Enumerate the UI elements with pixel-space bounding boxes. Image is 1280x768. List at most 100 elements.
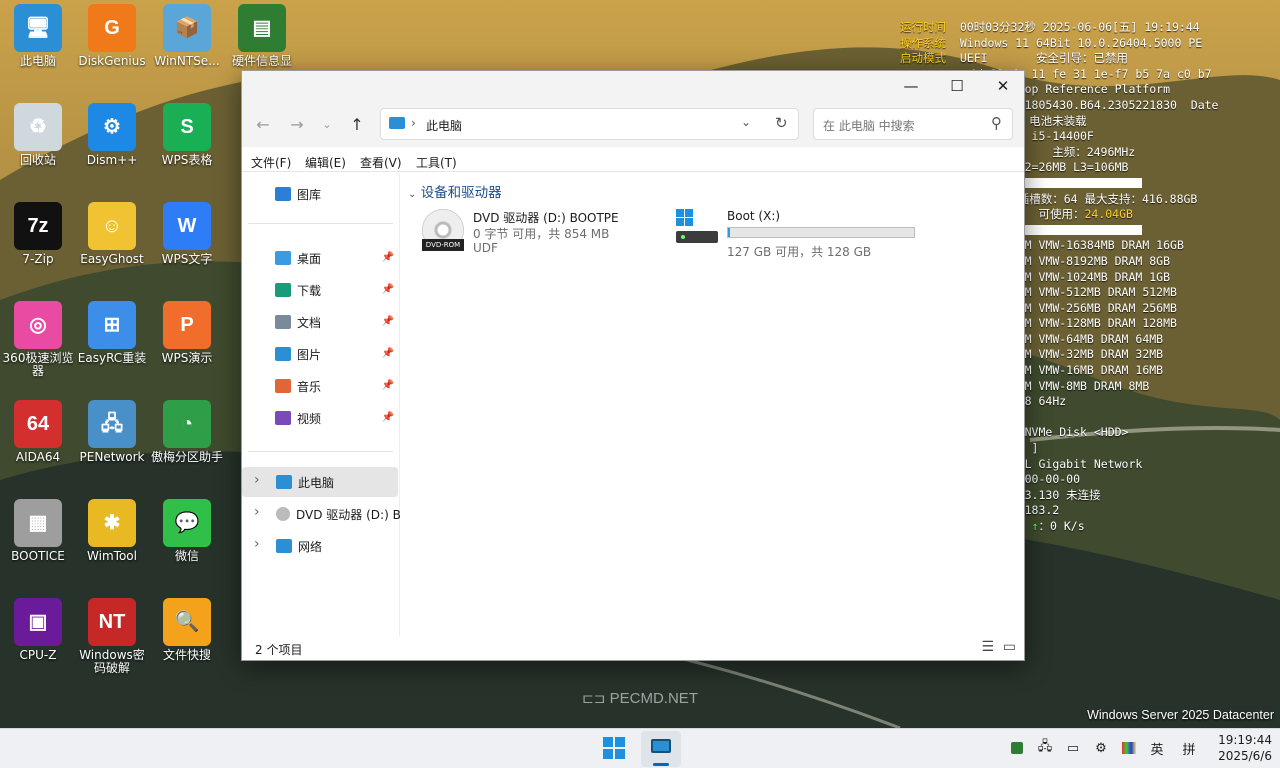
desktop-icon[interactable]: P WPS演示: [149, 297, 225, 389]
search-input[interactable]: 在 此电脑 中搜索: [823, 117, 915, 134]
collapse-chevron-icon[interactable]: ⌄: [408, 189, 416, 200]
sidebar-item[interactable]: › 此电脑: [242, 467, 398, 497]
ime-mode-indicator[interactable]: 拼: [1180, 739, 1198, 758]
sidebar-item[interactable]: › 网络: [242, 531, 398, 561]
expand-chevron-icon[interactable]: ›: [254, 536, 260, 552]
sidebar-item[interactable]: 图库: [242, 179, 398, 209]
status-bar: 2 个项目 ☰ ▭: [242, 636, 1024, 660]
desktop-icon[interactable]: ◔ 傲梅分区助手: [149, 396, 225, 488]
forward-arrow-icon[interactable]: →: [284, 111, 310, 137]
explorer-window[interactable]: — ☐ ✕ ← → ⌄ ↑ › 此电脑 ⌄ ↻ 在 此电脑 中搜索 ⚲ 文件(F…: [241, 70, 1025, 661]
navigation-bar: ← → ⌄ ↑ › 此电脑 ⌄ ↻ 在 此电脑 中搜索 ⚲: [242, 101, 1024, 147]
bootice-icon: ▦: [14, 499, 62, 547]
desktop-icon-label: 硬件信息显: [231, 54, 292, 68]
desktop-icon[interactable]: ◎ 360极速浏览器: [0, 297, 76, 389]
recycle-bin-icon: ♻: [14, 103, 62, 151]
title-bar[interactable]: — ☐ ✕: [242, 71, 1024, 101]
refresh-icon[interactable]: ↻: [775, 114, 788, 132]
expand-chevron-icon[interactable]: ›: [254, 472, 260, 488]
desktop-icon[interactable]: ⚙ Dism++: [74, 99, 150, 191]
maximize-button[interactable]: ☐: [934, 71, 980, 101]
desktop-icon[interactable]: S WPS表格: [149, 99, 225, 191]
tray-app-icon[interactable]: [1008, 739, 1026, 757]
desktop-icon[interactable]: NT Windows密码破解: [74, 594, 150, 686]
pin-icon[interactable]: 📌: [382, 380, 394, 391]
desktop-icon[interactable]: 7z 7-Zip: [0, 198, 76, 290]
address-dropdown-icon[interactable]: ⌄: [741, 115, 751, 129]
easyghost-icon: ☺: [88, 202, 136, 250]
drive-name: DVD 驱动器 (D:) BOOTPE: [473, 211, 619, 225]
pin-icon[interactable]: 📌: [382, 284, 394, 295]
desktop-icon-label: 微信: [174, 549, 199, 563]
desktop-icon[interactable]: ✱ WimTool: [74, 495, 150, 587]
tray-network-share-icon[interactable]: 🖧: [1036, 739, 1054, 757]
sidebar-item[interactable]: 图片 📌: [242, 339, 398, 369]
breadcrumb-this-pc[interactable]: 此电脑: [426, 117, 462, 134]
minimize-button[interactable]: —: [888, 71, 934, 101]
hard-drive-icon: [676, 231, 718, 243]
aomei-partition-icon: ◔: [163, 400, 211, 448]
pin-icon[interactable]: 📌: [382, 412, 394, 423]
sidebar-item[interactable]: 文档 📌: [242, 307, 398, 337]
search-icon[interactable]: ⚲: [991, 114, 1002, 132]
sidebar-item[interactable]: 视频 📌: [242, 403, 398, 433]
desktop-icon[interactable]: W WPS文字: [149, 198, 225, 290]
sysinfo-line: 操作系统 Windows 11 64Bit 10.0.26404.5000 PE: [900, 36, 1280, 52]
7zip-icon: 7z: [14, 202, 62, 250]
sidebar-item[interactable]: 下载 📌: [242, 275, 398, 305]
section-header-devices[interactable]: ⌄ 设备和驱动器: [408, 181, 502, 201]
pin-icon[interactable]: 📌: [382, 252, 394, 263]
menu-edit[interactable]: 编辑(E): [305, 154, 346, 171]
menu-view[interactable]: 查看(V): [360, 154, 402, 171]
menu-file[interactable]: 文件(F): [251, 154, 291, 171]
details-view-icon[interactable]: ☰: [981, 639, 994, 655]
recent-locations-chevron-icon[interactable]: ⌄: [314, 111, 340, 137]
pin-icon[interactable]: 📌: [382, 348, 394, 359]
desktop-icon[interactable]: ⊞ EasyRC重装: [74, 297, 150, 389]
breadcrumb-separator-icon[interactable]: ›: [411, 116, 416, 130]
up-arrow-icon[interactable]: ↑: [344, 111, 370, 137]
drive-item-dvd[interactable]: DVD-ROM DVD 驱动器 (D:) BOOTPE 0 字节 可用，共 85…: [420, 205, 660, 259]
sysinfo-value: Windows 11 64Bit 10.0.26404.5000 PE: [946, 35, 1203, 50]
desktop-icon[interactable]: ♻ 回收站: [0, 99, 76, 191]
clock-time: 19:19:44: [1218, 733, 1272, 747]
sidebar-item[interactable]: › DVD 驱动器 (D:) B: [242, 499, 401, 529]
tiles-view-icon[interactable]: ▭: [1003, 639, 1016, 655]
search-box[interactable]: 在 此电脑 中搜索 ⚲: [813, 108, 1013, 140]
desktop-icon[interactable]: ▣ CPU-Z: [0, 594, 76, 686]
dvd-drive-icon: [276, 507, 290, 521]
desktop-icon[interactable]: 🖥 此电脑: [0, 0, 76, 92]
tray-display-icon[interactable]: ▭: [1064, 739, 1082, 757]
desktop-icon[interactable]: 64 AIDA64: [0, 396, 76, 488]
desktop-icon[interactable]: ▦ BOOTICE: [0, 495, 76, 587]
sysinfo-key: 操作系统: [900, 35, 946, 50]
desktop-icon[interactable]: ☺ EasyGhost: [74, 198, 150, 290]
expand-chevron-icon[interactable]: ›: [254, 504, 260, 520]
taskbar-explorer-button[interactable]: [641, 731, 681, 767]
sidebar-item[interactable]: 音乐 📌: [242, 371, 398, 401]
back-arrow-icon[interactable]: ←: [250, 111, 276, 137]
desktop-icon[interactable]: G DiskGenius: [74, 0, 150, 92]
sidebar-item[interactable]: 桌面 📌: [242, 243, 398, 273]
desktop-icon-label: 傲梅分区助手: [150, 450, 223, 464]
ime-language-indicator[interactable]: 英: [1148, 739, 1166, 758]
start-button[interactable]: [603, 737, 625, 759]
os-edition-label: Windows Server 2025 Datacenter: [1087, 708, 1274, 722]
desktop-icon[interactable]: 🖧 PENetwork: [74, 396, 150, 488]
desktop-icon-label: 360极速浏览器: [2, 351, 74, 378]
tray-color-icon[interactable]: [1120, 739, 1138, 757]
computer-icon: 🖥: [14, 4, 62, 52]
desktop-icon[interactable]: 🔍 文件快搜: [149, 594, 225, 686]
upload-speed: ：0 K/s: [1038, 519, 1085, 533]
drive-item-boot[interactable]: Boot (X:) 127 GB 可用，共 128 GB: [674, 205, 934, 259]
menu-tools[interactable]: 工具(T): [416, 154, 457, 171]
close-button[interactable]: ✕: [980, 71, 1026, 101]
tray-security-icon[interactable]: ⚙: [1092, 739, 1110, 757]
diskgenius-icon: G: [88, 4, 136, 52]
pin-icon[interactable]: 📌: [382, 316, 394, 327]
clock[interactable]: 19:19:44 2025/6/6: [1208, 732, 1272, 764]
desktop-icon[interactable]: 💬 微信: [149, 495, 225, 587]
hardware-info-icon: ▤: [238, 4, 286, 52]
address-bar[interactable]: › 此电脑 ⌄ ↻: [380, 108, 799, 140]
desktop-icon[interactable]: 📦 WinNTSe...: [149, 0, 225, 92]
